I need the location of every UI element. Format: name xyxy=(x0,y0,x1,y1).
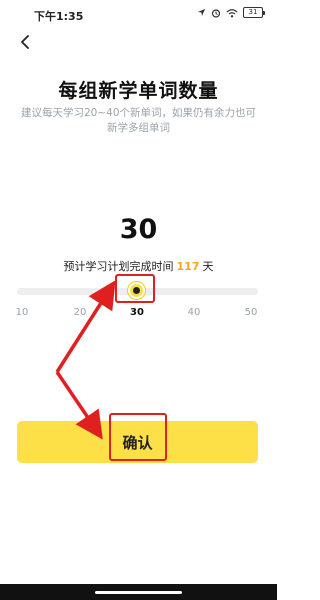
estimate-prefix: 预计学习计划完成时间 xyxy=(63,260,174,273)
page-title: 每组新学单词数量 xyxy=(58,80,219,102)
slider-thumb-dot xyxy=(133,287,140,294)
tick-label: 40 xyxy=(187,307,201,318)
chevron-left-icon xyxy=(21,35,29,49)
annotation-arrow-to-slider xyxy=(55,280,116,373)
annotation-highlight-confirm xyxy=(109,413,167,461)
alarm-icon xyxy=(211,8,221,18)
back-button[interactable] xyxy=(14,31,36,53)
tick-label-selected: 30 xyxy=(130,307,144,318)
status-time: 下午1:35 xyxy=(34,10,84,23)
estimate-line: 预计学习计划完成时间 117 天 xyxy=(0,258,277,274)
estimate-unit: 天 xyxy=(202,260,214,273)
status-icons: 31 xyxy=(197,7,265,18)
estimate-days: 117 xyxy=(176,260,200,273)
slider-tick-labels: 10 20 30 40 50 xyxy=(0,307,277,321)
selected-word-count: 30 xyxy=(119,214,158,245)
home-indicator[interactable] xyxy=(95,591,182,594)
tick-label: 10 xyxy=(15,307,29,318)
tick-label: 50 xyxy=(244,307,258,318)
status-bar: 下午1:35 31 xyxy=(0,0,277,28)
location-icon xyxy=(197,8,206,17)
annotation-arrow-to-confirm xyxy=(55,371,103,440)
count-slider-thumb[interactable] xyxy=(128,282,145,299)
battery-icon: 31 xyxy=(243,7,265,18)
tick-label: 20 xyxy=(73,307,87,318)
page-subtitle: 建议每天学习20~40个新单词，如果仍有余力也可新学多组单词 xyxy=(20,107,257,134)
wifi-icon xyxy=(226,8,238,17)
